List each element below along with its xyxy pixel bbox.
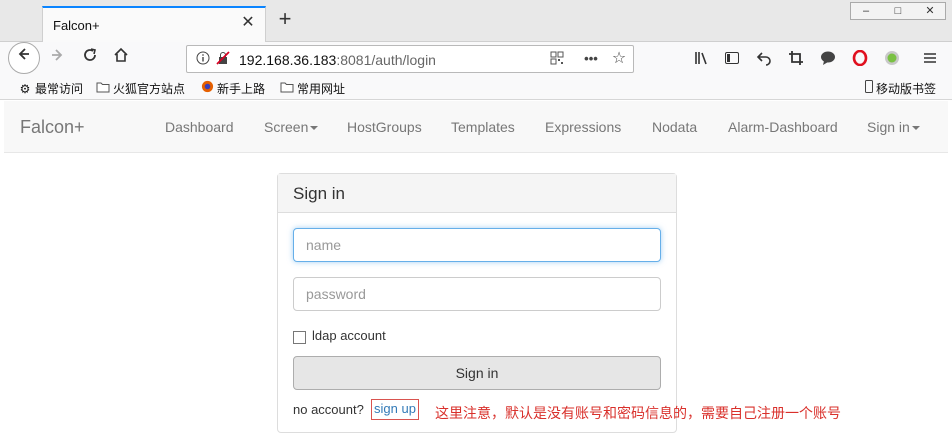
ldap-checkbox[interactable] [293,331,306,344]
info-icon[interactable] [195,51,211,67]
tab-falcon[interactable]: Falcon+ ✕ [42,6,266,43]
firefox-icon [200,80,214,96]
bookmark-most-visited[interactable]: ⚙ 最常访问 [18,80,83,97]
menu-icon[interactable] [920,50,940,68]
nav-nodata[interactable]: Nodata [652,119,697,135]
bookmark-getting-started[interactable]: 新手上路 [200,80,265,97]
url-host: 192.168.36.183 [239,52,337,68]
signin-button[interactable]: Sign in [293,356,661,390]
sidebar-icon[interactable] [722,50,742,68]
forward-icon[interactable] [45,47,69,71]
window-controls: – □ ✕ [850,2,946,20]
password-input[interactable] [293,277,661,311]
reload-icon[interactable] [78,47,102,71]
close-icon[interactable]: ✕ [239,14,257,32]
panel-heading: Sign in [278,174,676,213]
crop-icon[interactable] [786,50,806,68]
library-icon[interactable] [692,50,712,68]
new-tab-button[interactable]: + [274,8,296,30]
signup-link[interactable]: sign up [371,399,419,420]
nav-templates[interactable]: Templates [451,119,515,135]
caret-down-icon [310,126,319,131]
minimize-icon[interactable]: – [853,3,879,19]
window-close-icon[interactable]: ✕ [917,3,943,19]
no-account-text: no account? [293,402,364,417]
bookmark-firefox-site[interactable]: 火狐官方站点 [96,80,185,97]
site-brand[interactable]: Falcon+ [20,117,85,138]
home-icon[interactable] [109,47,133,71]
url-text: 192.168.36.183:8081/auth/login [239,52,436,68]
bookmark-common-sites[interactable]: 常用网址 [280,80,345,97]
tab-strip: Falcon+ ✕ + – □ ✕ [0,0,952,43]
back-icon[interactable] [8,42,40,74]
url-path: :8081/auth/login [336,52,436,68]
bookmarks-bar: ⚙ 最常访问 火狐官方站点 新手上路 常用网址 移动版书签 [0,76,952,100]
chat-icon[interactable] [818,50,838,68]
phone-icon [864,80,873,96]
folder-icon [96,82,110,96]
nav-alarm-dashboard[interactable]: Alarm-Dashboard [728,119,838,135]
ldap-label: ldap account [312,328,386,343]
insecure-icon[interactable] [215,51,231,67]
gear-icon: ⚙ [19,82,31,96]
nav-expressions[interactable]: Expressions [545,119,621,135]
site-navbar: Falcon+ Dashboard Screen HostGroups Temp… [4,101,948,153]
maximize-icon[interactable]: □ [885,3,911,19]
nav-sign-in[interactable]: Sign in [867,119,920,135]
nav-screen[interactable]: Screen [264,119,319,135]
opera-icon[interactable] [850,49,870,68]
more-icon[interactable]: ••• [583,51,599,67]
panel-title: Sign in [293,184,345,203]
undo-icon[interactable] [754,50,774,68]
page-content: Falcon+ Dashboard Screen HostGroups Temp… [4,101,948,444]
nav-hostgroups[interactable]: HostGroups [347,119,422,135]
folder-icon [280,82,294,96]
caret-down-icon [911,126,920,131]
navigation-bar: 192.168.36.183:8081/auth/login ••• ☆ [0,42,952,76]
annotation-note: 这里注意，默认是没有账号和密码信息的，需要自己注册一个账号 [435,405,841,421]
tab-title: Falcon+ [53,18,100,33]
signin-panel: Sign in ldap account Sign in no account?… [277,173,677,433]
star-icon[interactable]: ☆ [611,51,627,67]
mobile-bookmarks[interactable]: 移动版书签 [864,80,936,97]
name-input[interactable] [293,228,661,262]
status-dot-icon[interactable] [882,50,902,68]
qr-icon[interactable] [549,51,565,67]
url-bar[interactable]: 192.168.36.183:8081/auth/login ••• ☆ [186,45,634,73]
nav-dashboard[interactable]: Dashboard [165,119,234,135]
